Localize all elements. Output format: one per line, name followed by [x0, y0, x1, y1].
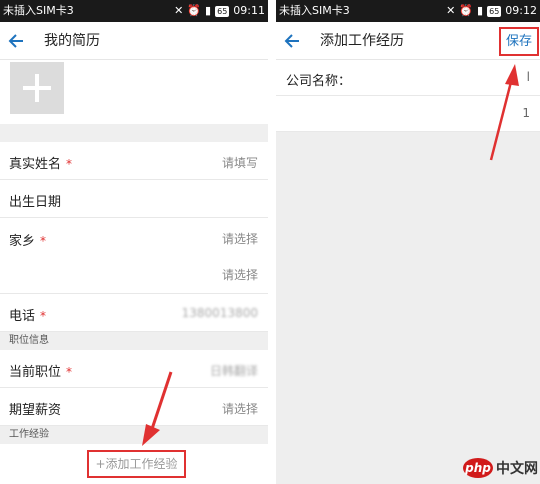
watermark-text: 中文网 — [496, 461, 538, 477]
watermark: php 中文网 — [463, 458, 538, 478]
annotation-arrows — [142, 64, 519, 446]
arrow-to-save — [489, 64, 519, 161]
arrow-to-add-experience — [142, 371, 173, 446]
php-logo-icon: php — [463, 458, 493, 478]
